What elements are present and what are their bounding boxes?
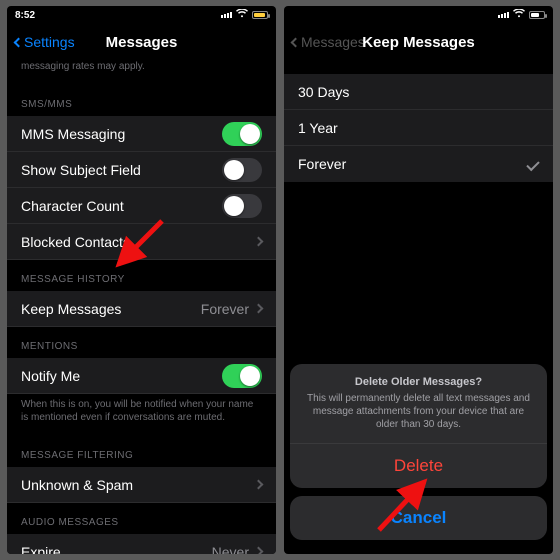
status-time: 8:52	[15, 10, 35, 21]
status-bar: 8:52	[7, 6, 276, 24]
row-label: MMS Messaging	[21, 126, 125, 142]
toggle-charcount[interactable]	[222, 194, 262, 218]
row-value: Never	[212, 544, 249, 555]
row-show-subject[interactable]: Show Subject Field	[7, 152, 276, 188]
chevron-right-icon	[254, 304, 264, 314]
row-label: Show Subject Field	[21, 162, 141, 178]
section-header-sms: SMS/MMS	[7, 85, 276, 116]
row-mms-messaging[interactable]: MMS Messaging	[7, 116, 276, 152]
cancel-button[interactable]: Cancel	[290, 496, 547, 540]
nav-bar: Messages Keep Messages	[284, 24, 553, 60]
sheet-header: Delete Older Messages? This will permane…	[290, 364, 547, 444]
status-bar	[284, 6, 553, 24]
row-label: Unknown & Spam	[21, 477, 133, 493]
chevron-left-icon	[291, 37, 301, 47]
nav-bar: Settings Messages	[7, 24, 276, 60]
row-expire[interactable]: Expire Never	[7, 534, 276, 554]
chevron-left-icon	[14, 37, 24, 47]
option-30-days[interactable]: 30 Days	[284, 74, 553, 110]
section-header-history: MESSAGE HISTORY	[7, 260, 276, 291]
row-label: Character Count	[21, 198, 124, 214]
action-sheet: Delete Older Messages? This will permane…	[290, 364, 547, 548]
settings-list: messaging rates may apply. SMS/MMS MMS M…	[7, 60, 276, 554]
row-blocked-contacts[interactable]: Blocked Contacts	[7, 224, 276, 260]
signal-icon	[498, 12, 509, 18]
back-label: Messages	[301, 34, 365, 50]
option-1-year[interactable]: 1 Year	[284, 110, 553, 146]
battery-icon	[529, 11, 545, 19]
back-label: Settings	[24, 34, 75, 50]
row-label: Forever	[298, 156, 346, 172]
toggle-mms[interactable]	[222, 122, 262, 146]
toggle-notify[interactable]	[222, 364, 262, 388]
check-icon	[526, 157, 539, 170]
chevron-right-icon	[254, 547, 264, 554]
top-note: messaging rates may apply.	[7, 60, 276, 85]
section-header-audio: AUDIO MESSAGES	[7, 503, 276, 534]
row-label: Blocked Contacts	[21, 234, 130, 250]
row-keep-messages[interactable]: Keep Messages Forever	[7, 291, 276, 327]
option-forever[interactable]: Forever	[284, 146, 553, 182]
back-button[interactable]: Messages	[292, 34, 365, 50]
row-value: Forever	[201, 301, 249, 317]
sheet-main-group: Delete Older Messages? This will permane…	[290, 364, 547, 488]
wifi-icon	[236, 9, 248, 21]
chevron-right-icon	[254, 237, 264, 247]
signal-icon	[221, 12, 232, 18]
row-label: Notify Me	[21, 368, 80, 384]
wifi-icon	[513, 9, 525, 21]
sheet-message: This will permanently delete all text me…	[304, 392, 533, 431]
section-header-mentions: MENTIONS	[7, 327, 276, 358]
delete-button[interactable]: Delete	[290, 444, 547, 488]
back-button[interactable]: Settings	[15, 34, 75, 50]
row-label: 1 Year	[298, 120, 338, 136]
row-unknown-spam[interactable]: Unknown & Spam	[7, 467, 276, 503]
toggle-subject[interactable]	[222, 158, 262, 182]
keep-messages-screen: Messages Keep Messages 30 Days 1 Year Fo…	[284, 6, 553, 554]
messages-settings-screen: 8:52 Settings Messages messaging rates m…	[7, 6, 276, 554]
row-character-count[interactable]: Character Count	[7, 188, 276, 224]
row-notify-me[interactable]: Notify Me	[7, 358, 276, 394]
row-label: Expire	[21, 544, 61, 555]
row-label: 30 Days	[298, 84, 349, 100]
mentions-note: When this is on, you will be notified wh…	[7, 394, 276, 436]
battery-icon	[252, 11, 268, 19]
row-label: Keep Messages	[21, 301, 121, 317]
section-header-filter: MESSAGE FILTERING	[7, 436, 276, 467]
sheet-title: Delete Older Messages?	[304, 376, 533, 388]
chevron-right-icon	[254, 480, 264, 490]
sheet-cancel-group: Cancel	[290, 496, 547, 540]
